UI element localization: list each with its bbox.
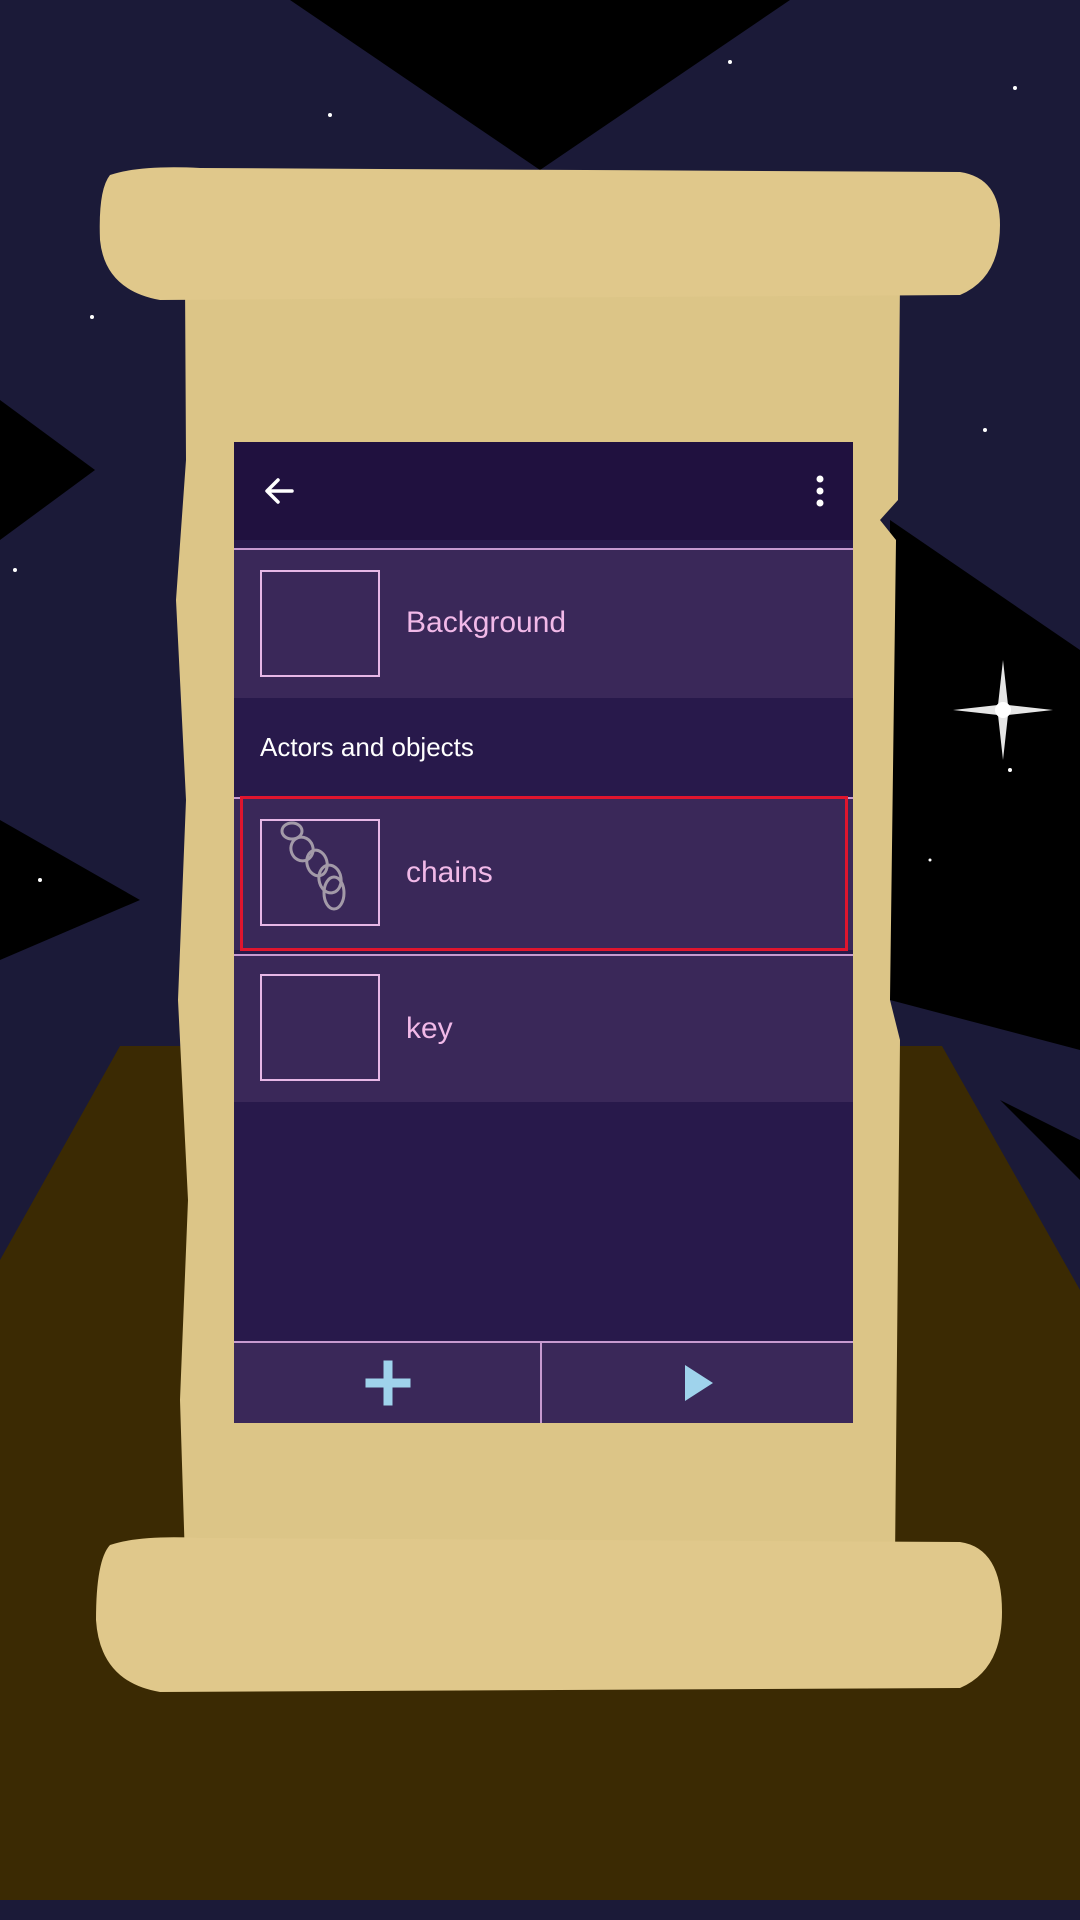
overflow-menu-button[interactable] — [800, 466, 840, 516]
background-thumbnail — [260, 570, 380, 677]
background-label: Background — [406, 606, 567, 639]
app-window: Background Actors and objects chains key — [234, 442, 853, 1423]
sprite-label-chains: chains — [406, 856, 493, 889]
chains-thumbnail — [260, 819, 380, 926]
sprite-item-chains[interactable]: chains — [234, 797, 853, 950]
more-vert-icon — [816, 475, 824, 507]
add-sprite-button[interactable] — [234, 1343, 542, 1423]
back-button[interactable] — [254, 466, 304, 516]
play-button[interactable] — [542, 1343, 853, 1423]
section-header-actors: Actors and objects — [260, 732, 474, 762]
chains-sketch-icon — [280, 821, 346, 911]
plus-icon — [365, 1360, 411, 1406]
key-thumbnail — [260, 974, 380, 1081]
sprite-item-key[interactable]: key — [234, 954, 853, 1102]
bottom-bar — [234, 1341, 853, 1423]
arrow-back-icon — [265, 478, 294, 504]
background-item[interactable]: Background — [234, 548, 853, 698]
sprite-label-key: key — [406, 1012, 453, 1045]
play-icon — [685, 1365, 713, 1401]
top-app-bar — [234, 442, 853, 540]
